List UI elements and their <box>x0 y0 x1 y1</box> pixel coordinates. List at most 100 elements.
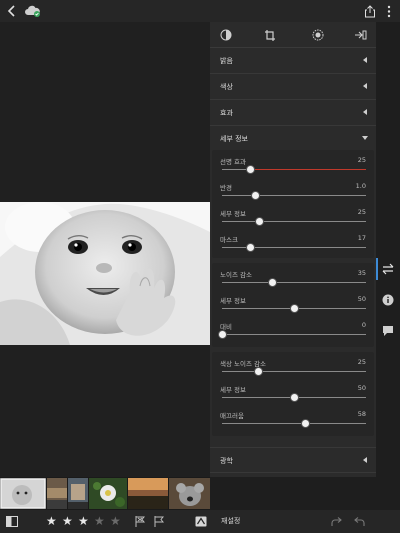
color-noise-group: 색상 노이즈 감소 25 세부 정보 50 매끄러움 58 <box>212 352 374 436</box>
slider-track[interactable] <box>222 393 366 402</box>
slider-thumb[interactable] <box>267 278 277 287</box>
selective-icon[interactable] <box>310 27 326 43</box>
slider-label: 매끄러움 <box>220 412 244 420</box>
slider-sharpening-detail[interactable]: 세부 정보 25 <box>212 206 374 232</box>
redo-icon[interactable] <box>329 514 342 529</box>
slider-thumb[interactable] <box>253 367 263 376</box>
slider-label: 마스크 <box>220 236 238 244</box>
slider-label: 반경 <box>220 184 232 192</box>
slider-color-noise-smoothness[interactable]: 매끄러움 58 <box>212 408 374 434</box>
slider-track[interactable] <box>222 191 366 200</box>
slider-thumb[interactable] <box>289 393 299 402</box>
slider-thumb[interactable] <box>217 330 227 339</box>
filmstrip-thumb[interactable] <box>169 478 210 509</box>
slider-noise-contrast[interactable]: 대비 0 <box>212 319 374 345</box>
slider-track[interactable] <box>217 330 366 339</box>
chevron-left-icon <box>363 83 367 89</box>
filmstrip-thumb-selected[interactable] <box>0 478 46 509</box>
slider-thumb[interactable] <box>246 243 256 252</box>
slider-label: 세부 정보 <box>220 210 246 218</box>
share-icon[interactable] <box>362 3 378 19</box>
chevron-left-icon[interactable] <box>4 3 20 19</box>
photo-preview <box>0 202 210 345</box>
slider-thumb[interactable] <box>250 191 260 200</box>
slider-noise-detail[interactable]: 세부 정보 50 <box>212 293 374 319</box>
more-vertical-icon[interactable] <box>381 3 397 19</box>
crop-icon[interactable] <box>262 27 278 43</box>
comment-icon[interactable] <box>380 323 396 339</box>
slider-sharpening-amount[interactable]: 선명 효과 25 <box>212 154 374 180</box>
compare-icon[interactable] <box>5 514 18 529</box>
section-detail-label: 세부 정보 <box>220 135 248 143</box>
section-effects[interactable]: 효과 <box>210 100 376 126</box>
adjust-sliders-icon[interactable] <box>380 261 396 277</box>
slider-value: 25 <box>357 156 366 164</box>
star-icon[interactable]: ★ <box>46 514 57 529</box>
slider-label: 노이즈 감소 <box>220 271 252 279</box>
info-icon[interactable] <box>380 292 396 308</box>
noise-reduction-group: 노이즈 감소 35 세부 정보 50 대비 0 <box>212 263 374 347</box>
slider-value: 0 <box>361 321 366 329</box>
panel-tabs <box>210 22 376 48</box>
slider-color-noise-detail[interactable]: 세부 정보 50 <box>212 382 374 408</box>
reset-button[interactable]: 재설정 <box>221 516 240 526</box>
slider-label: 선명 효과 <box>220 158 246 166</box>
section-color-label: 색상 <box>220 83 233 91</box>
chevron-left-icon <box>363 57 367 63</box>
star-icon[interactable]: ★ <box>94 514 105 529</box>
filmstrip[interactable] <box>0 477 210 510</box>
section-light-label: 밝음 <box>220 57 233 65</box>
active-indicator <box>376 258 378 280</box>
slider-track[interactable] <box>222 278 366 287</box>
slider-track[interactable] <box>222 243 366 252</box>
top-toolbar <box>0 0 400 22</box>
slider-thumb[interactable] <box>254 217 264 226</box>
slider-track[interactable] <box>222 419 366 428</box>
sharpening-group: 선명 효과 25 반경 1.0 세부 정보 25 마스크 17 <box>212 150 374 258</box>
healing-icon[interactable] <box>352 27 368 43</box>
cloud-sync-icon[interactable] <box>24 3 42 19</box>
pick-flag-icon[interactable] <box>153 514 165 529</box>
filmstrip-thumb[interactable] <box>47 478 67 509</box>
auto-icon[interactable] <box>194 514 207 529</box>
edit-panel: 밝음 색상 효과 세부 정보 선명 효과 25 반경 1.0 세부 정보 25 … <box>210 22 376 477</box>
filmstrip-thumb[interactable] <box>68 478 88 509</box>
slider-value: 50 <box>357 295 366 303</box>
slider-value: 25 <box>357 358 366 366</box>
bottom-toolbar: ★ ★ ★ ★ ★ 재설정 <box>0 510 400 533</box>
slider-value: 50 <box>357 384 366 392</box>
star-icon[interactable]: ★ <box>78 514 89 529</box>
slider-value: 25 <box>357 208 366 216</box>
section-detail[interactable]: 세부 정보 <box>210 126 376 152</box>
slider-value: 17 <box>357 234 366 242</box>
reject-flag-icon[interactable] <box>134 514 146 529</box>
section-optics-label: 광학 <box>220 457 233 465</box>
chevron-down-icon <box>362 136 368 140</box>
image-canvas[interactable] <box>0 22 210 477</box>
filmstrip-thumb[interactable] <box>128 478 168 509</box>
slider-track[interactable] <box>222 165 366 174</box>
slider-noise-reduction[interactable]: 노이즈 감소 35 <box>212 267 374 293</box>
slider-thumb[interactable] <box>246 165 256 174</box>
undo-icon[interactable] <box>353 514 366 529</box>
star-icon[interactable]: ★ <box>110 514 121 529</box>
slider-track[interactable] <box>222 217 366 226</box>
right-rail <box>376 22 400 477</box>
section-optics[interactable]: 광학 <box>210 447 376 473</box>
slider-sharpening-radius[interactable]: 반경 1.0 <box>212 180 374 206</box>
chevron-left-icon <box>363 109 367 115</box>
slider-thumb[interactable] <box>289 304 299 313</box>
filmstrip-thumb[interactable] <box>89 478 127 509</box>
slider-track[interactable] <box>222 304 366 313</box>
slider-track[interactable] <box>222 367 366 376</box>
star-icon[interactable]: ★ <box>62 514 73 529</box>
slider-label: 세부 정보 <box>220 386 246 394</box>
slider-sharpening-masking[interactable]: 마스크 17 <box>212 232 374 258</box>
slider-thumb[interactable] <box>301 419 311 428</box>
section-color[interactable]: 색상 <box>210 74 376 100</box>
slider-label: 세부 정보 <box>220 297 246 305</box>
slider-value: 35 <box>357 269 366 277</box>
presets-icon[interactable] <box>218 27 234 43</box>
section-light[interactable]: 밝음 <box>210 48 376 74</box>
slider-color-noise[interactable]: 색상 노이즈 감소 25 <box>212 356 374 382</box>
